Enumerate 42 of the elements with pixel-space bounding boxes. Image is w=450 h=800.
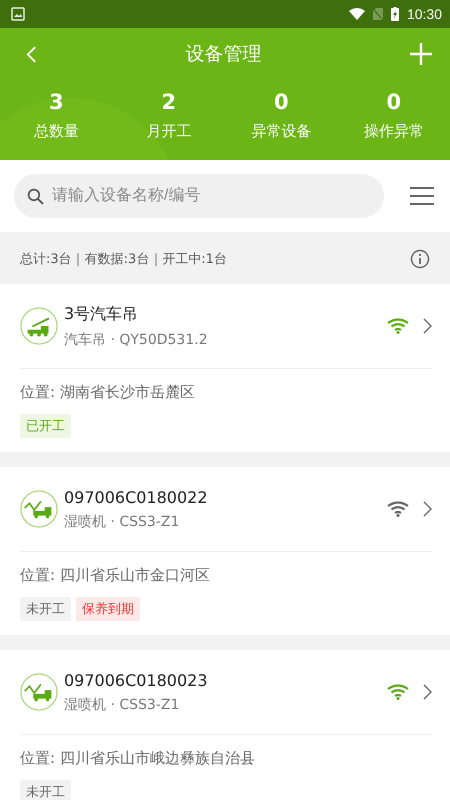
device-model: 汽车吊 · QY50D531.2 [64,330,209,348]
chevron-right-icon [423,684,432,700]
device-location: 位置: 四川省乐山市峨边彝族自治县 [20,749,256,768]
summary-text: 总计:3台｜有数据:3台｜开工中:1台 [20,251,227,268]
no-sim-icon [372,8,383,20]
chevron-right-icon [423,501,432,517]
wifi-signal-icon [348,8,365,20]
boom-truck-icon [20,673,58,711]
device-card[interactable]: 3号汽车吊 汽车吊 · QY50D531.2 位置: 湖南省长沙市岳麓区 已开工 [0,284,450,452]
status-tag: 未开工 [20,780,71,800]
chevron-right-icon [423,318,432,334]
stat-label: 操作异常 [364,122,424,141]
search-field[interactable]: 请输入设备名称/编号 [14,174,384,218]
device-name: 097006C0180022 [64,488,209,506]
plus-icon [410,43,432,65]
device-model: 湿喷机 · CSS3-Z1 [64,512,180,530]
stat-value: 0 [274,90,289,114]
status-tag: 已开工 [20,414,71,438]
crane-truck-icon [20,307,58,345]
boom-truck-icon [20,490,58,528]
stat-label: 异常设备 [251,122,312,141]
stat-value: 3 [48,90,64,114]
device-location: 位置: 湖南省长沙市岳麓区 [20,383,196,402]
device-model: 湿喷机 · CSS3-Z1 [64,696,180,714]
back-icon [26,44,37,64]
device-name: 097006C0180023 [64,670,209,690]
status-tag: 保养到期 [76,597,140,621]
stat-label: 月开工 [146,122,192,141]
menu-icon [410,186,434,206]
device-name: 3号汽车吊 [64,304,140,324]
device-card[interactable]: 097006C0180022 湿喷机 · CSS3-Z1 位置: 四川省乐山市金口河区 未开工 保养到期 [0,467,450,635]
stat-value: 0 [386,90,402,114]
device-card[interactable]: 097006C0180023 湿喷机 · CSS3-Z1 位置: 四川省乐山市峨边彝族自治县 未开工 [0,650,450,800]
battery-charging-icon [390,7,399,21]
info-icon[interactable] [410,249,430,269]
status-time: 10:30 [406,6,442,22]
stat-label: 总数量 [34,122,79,141]
image-icon [11,7,25,21]
stat-value: 2 [161,90,176,114]
status-tag: 未开工 [20,597,71,621]
device-location: 位置: 四川省乐山市金口河区 [20,566,211,585]
page-title: 设备管理 [186,42,262,67]
